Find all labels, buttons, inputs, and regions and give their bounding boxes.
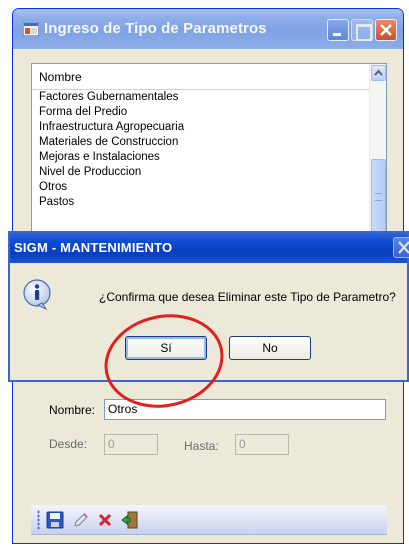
maximize-icon[interactable]: [351, 19, 373, 41]
list-items: Factores Gubernamentales Forma del Predi…: [39, 90, 369, 210]
minimize-icon[interactable]: [327, 19, 349, 41]
list-header-nombre[interactable]: Nombre: [39, 70, 82, 84]
chevron-up-icon: [374, 69, 383, 76]
scroll-up-button[interactable]: [371, 65, 386, 81]
desde-label: Desde:: [49, 437, 88, 451]
hasta-label: Hasta:: [184, 439, 219, 453]
hasta-field[interactable]: 0: [235, 434, 289, 455]
app-window-icon: [23, 22, 39, 36]
close-icon[interactable]: [375, 19, 397, 41]
exit-door-icon[interactable]: [120, 510, 140, 530]
list-scrollbar[interactable]: [369, 64, 386, 242]
desde-field[interactable]: 0: [104, 434, 158, 455]
list-item[interactable]: Nivel de Produccion: [39, 165, 369, 180]
edit-pencil-icon[interactable]: [71, 510, 91, 530]
scroll-thumb[interactable]: [371, 159, 386, 234]
info-icon: [23, 279, 51, 310]
dialog-titlebar[interactable]: SIGM - MANTENIMIENTO: [10, 233, 409, 263]
save-icon[interactable]: [45, 510, 65, 530]
list-item[interactable]: Mejoras e Instalaciones: [39, 150, 369, 165]
list-item[interactable]: Otros: [39, 180, 369, 195]
toolbar-grip[interactable]: [37, 510, 40, 530]
dialog-title: SIGM - MANTENIMIENTO: [14, 240, 173, 255]
parameter-list[interactable]: Nombre Factores Gubernamentales Forma de…: [31, 63, 387, 243]
list-item[interactable]: Forma del Predio: [39, 105, 369, 120]
dialog-message: ¿Confirma que desea Eliminar este Tipo d…: [99, 290, 396, 304]
list-item[interactable]: Infraestructura Agropecuaria: [39, 120, 369, 135]
delete-x-icon[interactable]: [95, 510, 115, 530]
list-item[interactable]: Pastos: [39, 195, 369, 210]
window-title: Ingreso de Tipo de Parametros: [44, 20, 267, 37]
list-item[interactable]: Factores Gubernamentales: [39, 90, 369, 105]
window-titlebar[interactable]: Ingreso de Tipo de Parametros: [13, 9, 403, 49]
no-button[interactable]: No: [229, 336, 311, 360]
list-item[interactable]: Materiales de Construccion: [39, 135, 369, 150]
nombre-label: Nombre:: [49, 403, 96, 417]
dialog-close-icon[interactable]: [393, 237, 409, 258]
toolbar: [31, 505, 387, 535]
